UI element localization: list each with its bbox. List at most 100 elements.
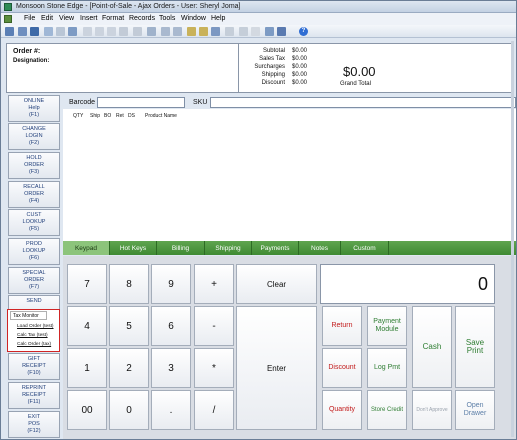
- line-items-area[interactable]: [63, 109, 516, 241]
- menu-view[interactable]: View: [59, 15, 74, 22]
- menu-tools[interactable]: Tools: [159, 15, 175, 22]
- designation-label: Designation:: [13, 58, 50, 64]
- clear-button[interactable]: Clear: [236, 264, 317, 304]
- properties-icon[interactable]: [265, 27, 274, 36]
- key-minus[interactable]: -: [194, 306, 234, 346]
- tab-notes[interactable]: Notes: [299, 241, 341, 255]
- key-decimal[interactable]: .: [151, 390, 191, 430]
- payment-module-button[interactable]: Payment Module: [367, 306, 407, 346]
- floppy-icon[interactable]: [30, 27, 39, 36]
- tab-billing[interactable]: Billing: [157, 241, 205, 255]
- key-divide[interactable]: /: [194, 390, 234, 430]
- database-window-icon[interactable]: [277, 27, 286, 36]
- document-icon[interactable]: [4, 15, 12, 23]
- copy-icon[interactable]: [95, 27, 104, 36]
- menu-records[interactable]: Records: [129, 15, 155, 22]
- key-7[interactable]: 7: [67, 264, 107, 304]
- quantity-button[interactable]: Quantity: [322, 390, 362, 430]
- hyperlink-icon[interactable]: [147, 27, 156, 36]
- enter-button[interactable]: Enter: [236, 306, 317, 430]
- cash-button[interactable]: Cash: [412, 306, 452, 388]
- key-5[interactable]: 5: [109, 306, 149, 346]
- tab-payments[interactable]: Payments: [252, 241, 299, 255]
- hold-order-button[interactable]: HOLD ORDER (F3): [8, 152, 60, 179]
- button-label-line: SEND: [26, 298, 42, 304]
- app-icon: [4, 3, 12, 11]
- key-4[interactable]: 4: [67, 306, 107, 346]
- calc-order-link[interactable]: Calc Order (tax): [17, 342, 51, 347]
- save-print-button[interactable]: Save Print: [455, 306, 495, 388]
- return-button[interactable]: Return: [322, 306, 362, 346]
- button-label-line: LOOKUP: [22, 248, 46, 254]
- menu-insert[interactable]: Insert: [80, 15, 98, 22]
- store-credit-button[interactable]: Store Credit: [367, 390, 407, 430]
- new-record-icon[interactable]: [239, 27, 248, 36]
- gift-receipt-button[interactable]: GIFT RECEIPT (F10): [8, 353, 60, 380]
- paste-icon[interactable]: [107, 27, 116, 36]
- sort-ascending-icon[interactable]: [161, 27, 170, 36]
- reprint-receipt-button[interactable]: REPRINT RECEIPT (F11): [8, 382, 60, 409]
- barcode-input[interactable]: [97, 97, 185, 108]
- column-header-qty: QTY: [73, 113, 84, 119]
- cut-icon[interactable]: [83, 27, 92, 36]
- key-6[interactable]: 6: [151, 306, 191, 346]
- button-shortcut: (F4): [28, 198, 40, 204]
- calc-tax-link[interactable]: Calc Tax (test): [17, 333, 48, 338]
- menu-edit[interactable]: Edit: [41, 15, 53, 22]
- exit-pos-button[interactable]: EXIT POS (F12): [8, 411, 60, 438]
- discount-button[interactable]: Discount: [322, 348, 362, 388]
- key-0[interactable]: 0: [109, 390, 149, 430]
- key-plus[interactable]: +: [194, 264, 234, 304]
- print-icon[interactable]: [44, 27, 53, 36]
- print-preview-icon[interactable]: [56, 27, 65, 36]
- spelling-icon[interactable]: [68, 27, 77, 36]
- tab-custom[interactable]: Custom: [341, 241, 389, 255]
- menu-window[interactable]: Window: [181, 15, 206, 22]
- log-payment-button[interactable]: Log Pmt: [367, 348, 407, 388]
- filter-by-form-icon[interactable]: [199, 27, 208, 36]
- button-shortcut: (F12): [27, 428, 41, 434]
- button-label-line: SPECIAL: [22, 270, 46, 276]
- key-2[interactable]: 2: [109, 348, 149, 388]
- menu-file[interactable]: File: [24, 15, 35, 22]
- undo-icon[interactable]: [133, 27, 142, 36]
- format-painter-icon[interactable]: [119, 27, 128, 36]
- button-label: Quantity: [328, 406, 356, 413]
- menu-bar: File Edit View Insert Format Records Too…: [1, 13, 516, 25]
- special-order-button[interactable]: SPECIAL ORDER (F7): [8, 267, 60, 294]
- sku-input[interactable]: [210, 97, 516, 108]
- tab-keypad[interactable]: Keypad: [63, 241, 110, 255]
- product-lookup-button[interactable]: PROD LOOKUP (F6): [8, 238, 60, 265]
- key-1[interactable]: 1: [67, 348, 107, 388]
- online-help-button[interactable]: ONLINE Help (F1): [8, 95, 60, 122]
- tax-monitor-title-box: Tax Monitor: [10, 311, 47, 320]
- apply-filter-icon[interactable]: [211, 27, 220, 36]
- filter-by-selection-icon[interactable]: [187, 27, 196, 36]
- button-shortcut: (F2): [28, 140, 40, 146]
- column-header-ship: Ship: [90, 113, 101, 119]
- sort-descending-icon[interactable]: [173, 27, 182, 36]
- design-view-icon[interactable]: [5, 27, 14, 36]
- recall-order-button[interactable]: RECALL ORDER (F4): [8, 181, 60, 208]
- change-login-button[interactable]: CHANGE LOGIN (F2): [8, 123, 60, 150]
- save-icon[interactable]: [18, 27, 27, 36]
- menu-help[interactable]: Help: [211, 15, 225, 22]
- delete-record-icon[interactable]: [251, 27, 260, 36]
- key-00[interactable]: 00: [67, 390, 107, 430]
- help-icon[interactable]: ?: [299, 27, 308, 36]
- open-drawer-button[interactable]: Open Drawer: [455, 390, 495, 430]
- menu-format[interactable]: Format: [102, 15, 124, 22]
- tab-shipping[interactable]: Shipping: [205, 241, 252, 255]
- tab-hot-keys[interactable]: Hot Keys: [110, 241, 157, 255]
- find-icon[interactable]: [225, 27, 234, 36]
- key-multiply[interactable]: *: [194, 348, 234, 388]
- dont-approve-button[interactable]: Don't Approve: [412, 390, 452, 430]
- button-label: Return: [331, 322, 353, 329]
- customer-lookup-button[interactable]: CUST LOOKUP (F5): [8, 209, 60, 236]
- key-3[interactable]: 3: [151, 348, 191, 388]
- order-number-label: Order #:: [13, 48, 41, 55]
- button-label: Store Credit: [370, 407, 403, 413]
- key-8[interactable]: 8: [109, 264, 149, 304]
- load-order-link[interactable]: Load Order (test): [17, 324, 54, 329]
- key-9[interactable]: 9: [151, 264, 191, 304]
